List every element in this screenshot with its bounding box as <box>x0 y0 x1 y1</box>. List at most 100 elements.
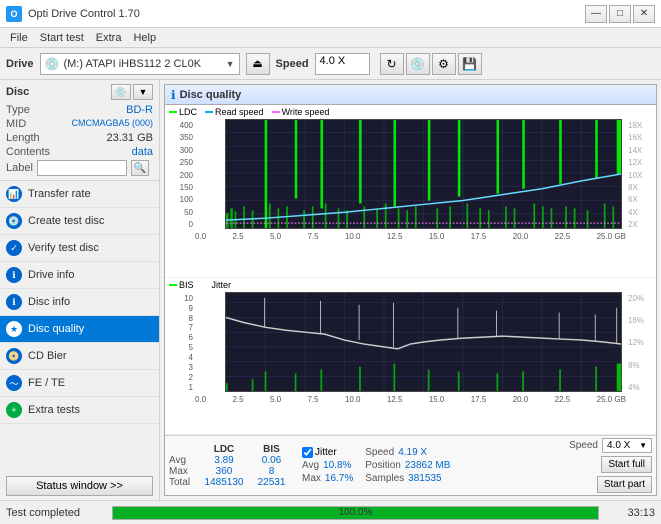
disc-contents-value: data <box>132 146 153 158</box>
jitter-avg-val: 10.8% <box>323 460 351 471</box>
sidebar-item-transfer-rate[interactable]: 📊 Transfer rate <box>0 181 159 208</box>
bis-avg: 0.06 <box>249 455 294 466</box>
disc-type-value: BD-R <box>126 104 153 116</box>
top-chart-y-left: 400 350 300 250 200 150 100 50 0 <box>167 119 195 231</box>
disc-length-row: Length 23.31 GB <box>6 132 153 144</box>
start-full-button[interactable]: Start full <box>601 456 652 473</box>
toolbar-icons: ↻ 💿 ⚙ 💾 <box>380 53 482 75</box>
save-button[interactable]: 💾 <box>458 53 482 75</box>
titlebar-left: O Opti Drive Control 1.70 <box>6 6 140 22</box>
jitter-checkbox[interactable] <box>302 447 313 458</box>
disc-section: Disc 💿 ▼ Type BD-R MID CMCMAGBA5 (000) L… <box>0 80 159 181</box>
bottom-chart-svg <box>226 293 621 391</box>
sidebar-item-drive-info[interactable]: ℹ Drive info <box>0 262 159 289</box>
read-speed-legend-color <box>205 111 213 113</box>
bottom-chart-body <box>225 292 622 392</box>
disc-type-row: Type BD-R <box>6 104 153 116</box>
sidebar-item-verify-test-disc[interactable]: ✓ Verify test disc <box>0 235 159 262</box>
maximize-button[interactable]: □ <box>609 5 631 23</box>
transfer-rate-icon: 📊 <box>6 186 22 202</box>
bis-header: BIS <box>249 444 294 455</box>
drive-select[interactable]: 💿 (M:) ATAPI iHBS112 2 CL0K ▼ <box>40 53 240 75</box>
close-button[interactable]: ✕ <box>633 5 655 23</box>
drive-dropdown-arrow: ▼ <box>226 59 235 69</box>
jitter-max-label: Max <box>302 473 321 484</box>
time-display: 33:13 <box>605 507 655 519</box>
max-label: Max <box>169 466 199 477</box>
disc-length-value: 23.31 GB <box>107 132 153 144</box>
top-chart-svg <box>226 120 621 228</box>
refresh-button[interactable]: ↻ <box>380 53 404 75</box>
menu-start-test[interactable]: Start test <box>34 31 90 45</box>
menu-file[interactable]: File <box>4 31 34 45</box>
top-chart-legend: LDC Read speed Write speed <box>165 105 656 119</box>
speed-select[interactable]: 4.0 X <box>315 53 370 75</box>
bottom-chart-legend: BIS Jitter <box>165 278 656 292</box>
verify-test-disc-icon: ✓ <box>6 240 22 256</box>
drive-info-icon: ℹ <box>6 267 22 283</box>
status-window-button[interactable]: Status window >> <box>6 476 153 496</box>
jitter-checkbox-row: Jitter <box>302 447 353 458</box>
disc-label-button[interactable]: 🔍 <box>131 160 149 176</box>
stats-bar: LDC BIS Avg 3.89 0.06 Max 360 8 Total <box>165 435 656 495</box>
disc-info-icon: ℹ <box>6 294 22 310</box>
drive-info-label: Drive info <box>28 269 74 281</box>
app-icon: O <box>6 6 22 22</box>
top-chart-y-right: 18X 16X 14X 12X 10X 8X 6X 4X 2X <box>626 119 654 231</box>
bottom-chart-section: BIS Jitter 10 9 8 7 <box>165 278 656 435</box>
top-chart-section: LDC Read speed Write speed <box>165 105 656 278</box>
progress-container: 100.0% <box>112 506 599 520</box>
ldc-legend-color <box>169 111 177 113</box>
eject-button[interactable]: ⏏ <box>246 53 270 75</box>
disc-quality-icon: ★ <box>6 321 22 337</box>
ldc-legend: LDC <box>169 107 197 117</box>
write-speed-legend: Write speed <box>272 107 330 117</box>
minimize-button[interactable]: — <box>585 5 607 23</box>
ldc-legend-label: LDC <box>179 107 197 117</box>
speed-dropdown[interactable]: 4.0 X ▼ <box>602 438 652 453</box>
top-chart-body <box>225 119 622 229</box>
extra-tests-icon: + <box>6 402 22 418</box>
bottom-chart-wrapper: 10 9 8 7 6 5 4 3 2 1 <box>165 292 656 394</box>
sidebar-item-cd-bier[interactable]: 📀 CD Bier <box>0 343 159 370</box>
start-part-button[interactable]: Start part <box>597 476 652 493</box>
sidebar-item-create-test-disc[interactable]: 💿 Create test disc <box>0 208 159 235</box>
quality-panel: ℹ Disc quality LDC Read speed <box>164 84 657 496</box>
jitter-section: Jitter Avg 10.8% Max 16.7% <box>302 447 353 484</box>
ldc-header: LDC <box>199 444 249 455</box>
disc-icon-btn-2[interactable]: ▼ <box>133 84 153 100</box>
total-label: Total <box>169 477 199 488</box>
quality-header-icon: ℹ <box>171 88 176 102</box>
titlebar: O Opti Drive Control 1.70 — □ ✕ <box>0 0 661 28</box>
disc-quality-label: Disc quality <box>28 323 84 335</box>
fe-te-label: FE / TE <box>28 377 65 389</box>
settings-button[interactable]: ⚙ <box>432 53 456 75</box>
action-buttons: Speed 4.0 X ▼ Start full Start part <box>569 438 652 493</box>
samples-val: 381535 <box>408 473 441 484</box>
disc-info-label: Disc info <box>28 296 70 308</box>
content-area: ℹ Disc quality LDC Read speed <box>160 80 661 500</box>
disc-icons: 💿 ▼ <box>111 84 153 100</box>
jitter-check-label: Jitter <box>315 447 337 458</box>
sidebar-item-disc-info[interactable]: ℹ Disc info <box>0 289 159 316</box>
bottom-chart-y-left: 10 9 8 7 6 5 4 3 2 1 <box>167 292 195 394</box>
ldc-total: 1485130 <box>199 477 249 488</box>
extra-tests-label: Extra tests <box>28 404 80 416</box>
disc-title: Disc <box>6 86 29 98</box>
sidebar-item-fe-te[interactable]: 〜 FE / TE <box>0 370 159 397</box>
disc-label-input[interactable] <box>37 160 127 176</box>
disc-header: Disc 💿 ▼ <box>6 84 153 100</box>
sidebar-item-disc-quality[interactable]: ★ Disc quality <box>0 316 159 343</box>
top-chart-inner <box>195 119 626 231</box>
titlebar-controls: — □ ✕ <box>585 5 655 23</box>
disc-button[interactable]: 💿 <box>406 53 430 75</box>
sidebar-item-extra-tests[interactable]: + Extra tests <box>0 397 159 424</box>
menu-help[interactable]: Help <box>127 31 162 45</box>
disc-label-label: Label <box>6 162 33 174</box>
jitter-legend: Jitter <box>202 280 232 290</box>
disc-icon-btn-1[interactable]: 💿 <box>111 84 131 100</box>
menu-extra[interactable]: Extra <box>90 31 128 45</box>
disc-type-label: Type <box>6 104 30 116</box>
disc-label-row: Label 🔍 <box>6 160 153 176</box>
charts-container: LDC Read speed Write speed <box>165 105 656 435</box>
